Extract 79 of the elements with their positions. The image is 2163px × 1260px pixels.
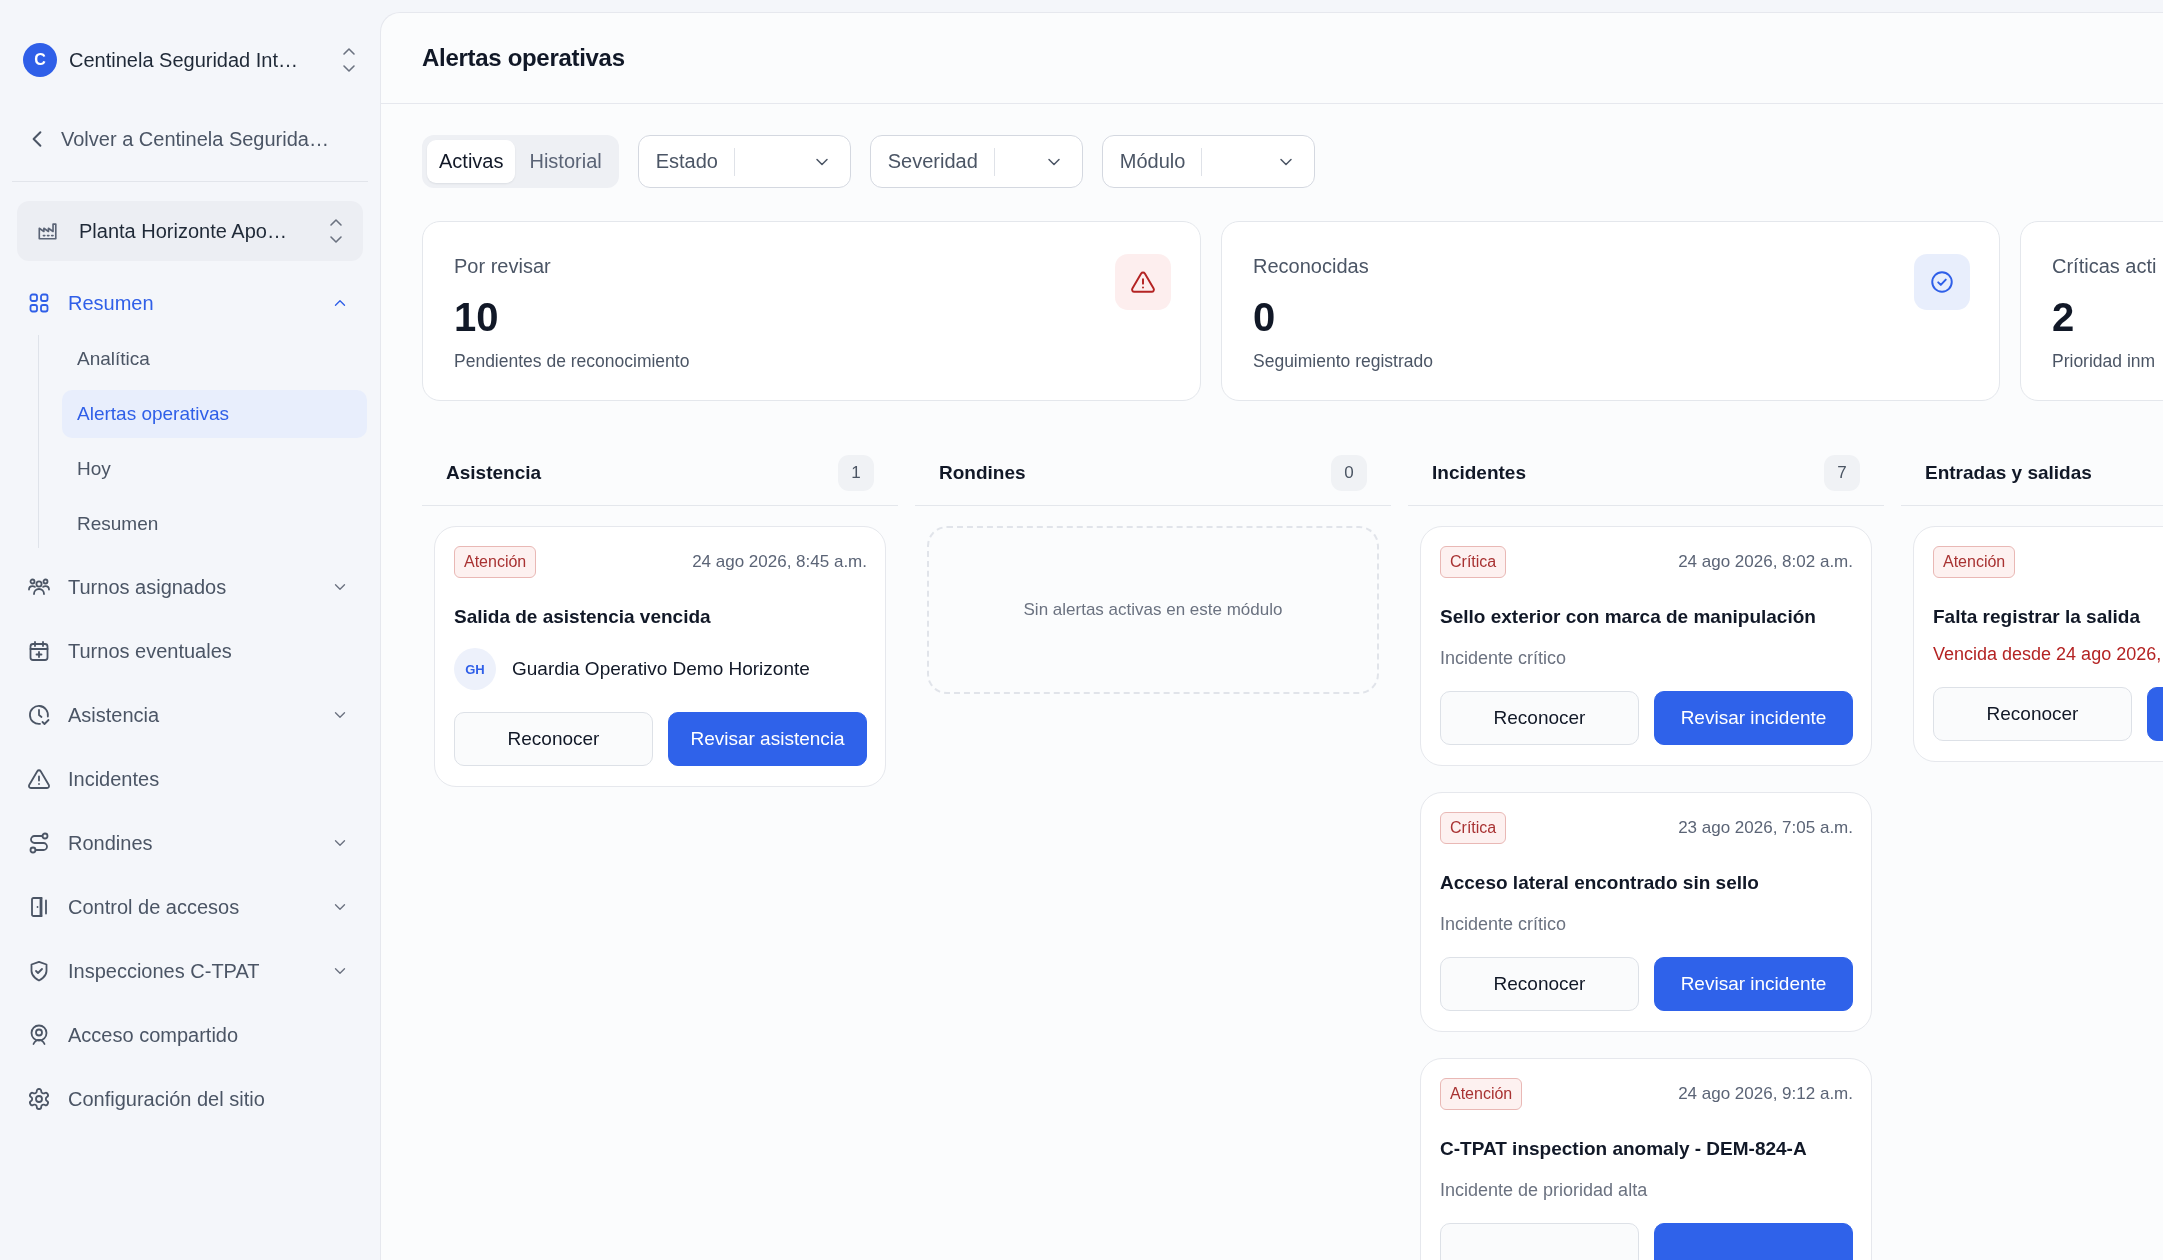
stat-caption: Prioridad inm [2052, 350, 2157, 372]
chevron-up-down-icon [329, 216, 343, 246]
view-tab[interactable]: Historial [517, 140, 614, 183]
count-badge: 0 [1331, 455, 1367, 491]
alert-title: Falta registrar la salida [1933, 605, 2141, 629]
acknowledge-button[interactable]: Reconocer [1933, 687, 2132, 741]
site-switcher[interactable]: Planta Horizonte Apo… [17, 201, 363, 261]
alert-title: Sello exterior con marca de manipulación [1440, 605, 1817, 629]
page-title: Alertas operativas [422, 44, 625, 72]
nav-item[interactable]: Rondines [12, 811, 368, 875]
filter-dropdown[interactable]: Severidad [869, 135, 1083, 188]
acknowledge-button[interactable]: Reconocer [1440, 957, 1639, 1011]
count-badge: 1 [838, 455, 874, 491]
review-button[interactable]: Revisar asistencia [668, 712, 867, 766]
severity-badge: Atención [1933, 546, 2016, 578]
column-title: Asistencia [446, 462, 542, 484]
chevron-up-down-icon [342, 45, 356, 75]
settings-icon [27, 1087, 51, 1111]
severity-badge: Atención [454, 546, 537, 578]
column-title: Incidentes [1432, 462, 1526, 484]
review-button[interactable]: Revisar incidente [1654, 691, 1853, 745]
alert-time: 24 ago 2026, 8:45 a.m. [692, 552, 867, 572]
overdue-text: Vencida desde 24 ago 2026, [1933, 644, 2163, 665]
alert-detail: Incidente crítico [1440, 914, 1568, 935]
column-title: Entradas y salidas [1925, 462, 2092, 484]
warning-icon [1115, 254, 1171, 310]
view-tab[interactable]: Activas [427, 140, 516, 183]
alert-time: 24 ago 2026, 8:02 a.m. [1678, 552, 1853, 572]
route-icon [27, 831, 51, 855]
stat-label: Por revisar [454, 254, 552, 278]
alert-time: 24 ago 2026, 9:12 a.m. [1678, 1084, 1853, 1104]
nav-item[interactable]: Acceso compartido [12, 1003, 368, 1067]
stat-label: Críticas acti [2052, 254, 2158, 278]
severity-badge: Crítica [1440, 546, 1507, 578]
stat-label: Reconocidas [1253, 254, 1370, 278]
warning-icon [27, 767, 51, 791]
count-badge: 7 [1824, 455, 1860, 491]
nav-item[interactable]: Turnos asignados [12, 555, 368, 619]
alert-detail: Incidente de prioridad alta [1440, 1180, 1649, 1201]
alert-title: Salida de asistencia vencida [454, 605, 712, 629]
stat-caption: Pendientes de reconocimiento [454, 350, 691, 372]
nav-item[interactable]: Incidentes [12, 747, 368, 811]
alert-detail: Incidente crítico [1440, 648, 1568, 669]
factory-icon [37, 220, 59, 242]
stat-value: 2 [2052, 294, 2076, 341]
back-link[interactable]: Volver a Centinela Segurida… [30, 127, 380, 151]
nav-item[interactable]: Configuración del sitio [12, 1067, 368, 1131]
calendar-plus-icon [27, 639, 51, 663]
nav-item[interactable]: Inspecciones C-TPAT [12, 939, 368, 1003]
filter-dropdown[interactable]: Módulo [1101, 135, 1315, 188]
filter-dropdown[interactable]: Estado [637, 135, 851, 188]
person-name: Guardia Operativo Demo Horizonte [512, 658, 810, 680]
stat-value: 10 [454, 294, 500, 341]
nav-item[interactable]: Turnos eventuales [12, 619, 368, 683]
review-button[interactable]: Revisar incidente [1654, 957, 1853, 1011]
subnav-item[interactable]: Hoy [62, 445, 367, 493]
org-avatar: C [23, 43, 57, 77]
alert-title: C-TPAT inspection anomaly - DEM-824-A [1440, 1137, 1808, 1161]
acknowledge-button[interactable]: Reconocer [1440, 691, 1639, 745]
nav-item[interactable]: Resumen [12, 271, 368, 335]
subnav-item[interactable]: Resumen [62, 500, 367, 548]
org-switcher[interactable]: C Centinela Seguridad Int… [23, 43, 356, 77]
nav-item[interactable]: Asistencia [12, 683, 368, 747]
clock-check-icon [27, 703, 51, 727]
grid-icon [27, 291, 51, 315]
severity-badge: Atención [1440, 1078, 1523, 1110]
alert-title: Acceso lateral encontrado sin sello [1440, 871, 1760, 895]
user-avatar: GH [454, 648, 496, 690]
empty-state: Sin alertas activas en este módulo [927, 526, 1379, 694]
severity-badge: Crítica [1440, 812, 1507, 844]
stat-caption: Seguimiento registrado [1253, 350, 1434, 372]
chevron-left-icon [30, 130, 44, 148]
acknowledge-button[interactable]: Reconocer [454, 712, 653, 766]
stat-value: 0 [1253, 294, 1277, 341]
subnav-item[interactable]: Alertas operativas [62, 390, 367, 438]
alert-time: 23 ago 2026, 7:05 a.m. [1678, 818, 1853, 838]
column-title: Rondines [939, 462, 1026, 484]
nav-item[interactable]: Control de accesos [12, 875, 368, 939]
subnav-item[interactable]: Analítica [62, 335, 367, 383]
